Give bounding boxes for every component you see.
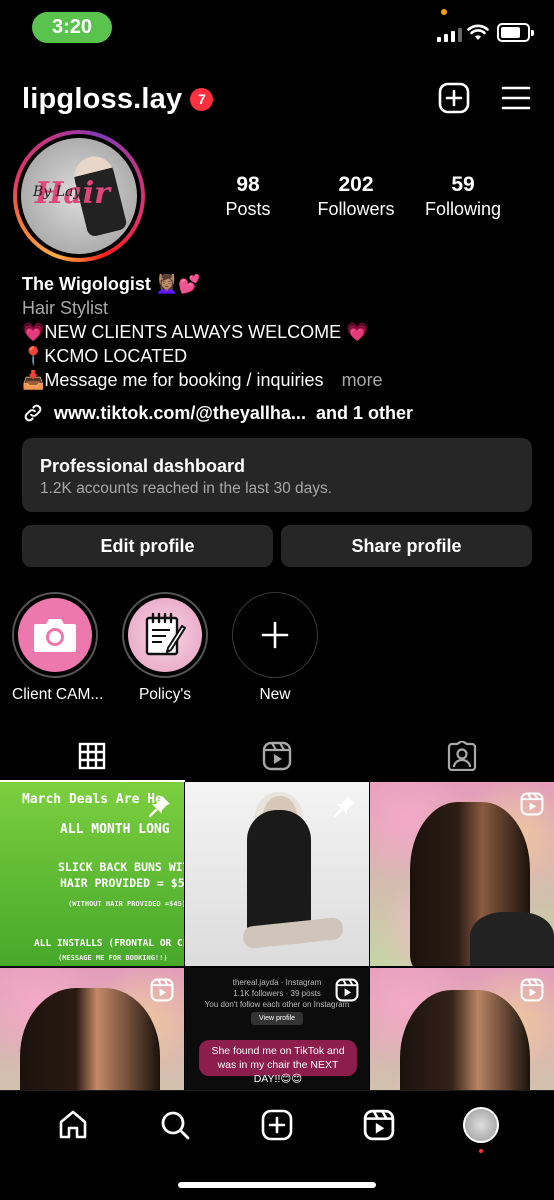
nav-home[interactable] bbox=[53, 1105, 93, 1145]
posts-stat[interactable]: 98 Posts bbox=[200, 173, 296, 220]
bio-line-2: 📍KCMO LOCATED bbox=[22, 346, 188, 366]
profile-avatar[interactable]: Hair By Lay bbox=[13, 130, 145, 262]
post-text: March Deals Are He bbox=[22, 792, 163, 807]
bio-line-1: 💗NEW CLIENTS ALWAYS WELCOME 💗 bbox=[22, 322, 369, 342]
search-icon bbox=[161, 1111, 190, 1140]
plus-square-icon bbox=[438, 82, 470, 114]
professional-dashboard-card[interactable]: Professional dashboard 1.2K accounts rea… bbox=[22, 438, 532, 512]
post-text: (MESSAGE ME FOR BOOKING!!) bbox=[58, 954, 168, 962]
battery-icon bbox=[497, 23, 534, 42]
avatar-image: Hair By Lay bbox=[21, 138, 137, 254]
wifi-icon bbox=[467, 24, 489, 40]
link-icon bbox=[24, 404, 42, 422]
post-text: (WITHOUT HAIR PROVIDED =$45) bbox=[68, 900, 184, 908]
highlight-label: New bbox=[259, 686, 291, 703]
highlight-cover bbox=[128, 598, 202, 672]
notepad-pencil-icon bbox=[145, 612, 186, 656]
home-icon bbox=[59, 1110, 87, 1139]
followers-label: Followers bbox=[317, 199, 395, 219]
post-text: SLICK BACK BUNS WIT bbox=[58, 860, 184, 874]
tab-posts-grid[interactable] bbox=[0, 730, 185, 782]
nav-reels[interactable] bbox=[359, 1105, 399, 1145]
reels-icon bbox=[520, 978, 544, 1002]
post-text: HAIR PROVIDED = $55 bbox=[60, 876, 184, 890]
post-thumbnail[interactable]: March Deals Are He ALL MONTH LONG SLICK … bbox=[0, 782, 184, 966]
nav-profile[interactable] bbox=[461, 1105, 501, 1153]
following-stat[interactable]: 59 Following bbox=[418, 173, 508, 220]
post-thumbnail[interactable] bbox=[370, 782, 554, 966]
tagged-person-icon bbox=[447, 741, 476, 771]
posts-label: Posts bbox=[225, 199, 271, 219]
reels-icon bbox=[520, 792, 544, 816]
username-switcher[interactable]: lipgloss.lay bbox=[22, 83, 182, 116]
tab-tagged[interactable] bbox=[369, 730, 554, 782]
reels-icon bbox=[262, 741, 292, 771]
profile-header: lipgloss.lay 7 bbox=[22, 78, 532, 120]
highlight-policys[interactable]: Policy's bbox=[122, 592, 208, 704]
cellular-signal-icon bbox=[437, 26, 462, 42]
following-label: Following bbox=[424, 199, 502, 219]
followers-stat[interactable]: 202 Followers bbox=[308, 173, 404, 220]
create-button[interactable] bbox=[438, 82, 470, 114]
profile-bio: The Wigologist 💆🏽‍♀️💕 Hair Stylist 💗NEW … bbox=[22, 272, 532, 392]
nav-search[interactable] bbox=[155, 1105, 195, 1145]
bio-more-link[interactable]: more bbox=[342, 370, 383, 390]
status-time[interactable]: 3:20 bbox=[32, 12, 112, 43]
status-bar: 3:20 bbox=[0, 0, 554, 58]
followers-count: 202 bbox=[338, 173, 374, 196]
post-text: ALL MONTH LONG bbox=[60, 822, 170, 837]
pinned-icon bbox=[333, 796, 355, 818]
reels-icon bbox=[335, 978, 359, 1002]
share-profile-button[interactable]: Share profile bbox=[281, 525, 532, 567]
new-highlight-circle bbox=[232, 592, 318, 678]
mic-indicator-icon bbox=[441, 9, 447, 15]
grid-icon bbox=[79, 742, 106, 770]
bio-links[interactable]: www.tiktok.com/@theyallha... and 1 other bbox=[22, 402, 413, 424]
reels-icon bbox=[150, 978, 174, 1002]
bio-line-3: 📥Message me for booking / inquiries bbox=[22, 370, 324, 390]
plus-icon bbox=[261, 621, 289, 649]
home-indicator[interactable] bbox=[178, 1182, 376, 1188]
camera-icon bbox=[34, 619, 76, 652]
tab-reels[interactable] bbox=[185, 730, 370, 782]
display-name: The Wigologist 💆🏽‍♀️💕 bbox=[22, 274, 201, 294]
post-text: She found me on TikTok and was in my cha… bbox=[199, 1040, 357, 1085]
bio-link-extra[interactable]: and 1 other bbox=[316, 403, 413, 424]
profile-action-buttons: Edit profile Share profile bbox=[22, 525, 532, 567]
story-highlights: Client CAM... Policy's New bbox=[12, 592, 318, 704]
plus-square-icon bbox=[261, 1109, 293, 1141]
notification-badge[interactable]: 7 bbox=[190, 87, 214, 111]
profile-content-tabs bbox=[0, 730, 554, 782]
hamburger-menu-icon bbox=[501, 86, 531, 110]
following-count: 59 bbox=[451, 173, 475, 196]
post-text: View profile bbox=[251, 1012, 303, 1025]
highlight-new-button[interactable]: New bbox=[232, 592, 318, 704]
highlight-label: Client CAM... bbox=[12, 686, 104, 703]
highlight-cover bbox=[18, 598, 92, 672]
avatar-by-text: By Lay bbox=[33, 184, 82, 200]
reels-icon bbox=[363, 1109, 395, 1141]
profile-avatar-thumbnail bbox=[463, 1107, 499, 1143]
bio-category: Hair Stylist bbox=[22, 298, 109, 318]
posts-count: 98 bbox=[236, 173, 260, 196]
highlight-client-cam[interactable]: Client CAM... bbox=[12, 592, 104, 704]
dashboard-title: Professional dashboard bbox=[40, 456, 246, 476]
post-thumbnail[interactable] bbox=[185, 782, 369, 966]
edit-profile-button[interactable]: Edit profile bbox=[22, 525, 273, 567]
activity-dot bbox=[479, 1149, 483, 1153]
pinned-icon bbox=[148, 796, 170, 818]
bio-link-url[interactable]: www.tiktok.com/@theyallha... bbox=[54, 403, 306, 424]
dashboard-subtitle: 1.2K accounts reached in the last 30 day… bbox=[40, 480, 333, 497]
highlight-label: Policy's bbox=[138, 686, 192, 703]
menu-button[interactable] bbox=[500, 82, 532, 114]
post-text: ALL INSTALLS (FRONTAL OR CLOSU bbox=[34, 938, 184, 949]
nav-create[interactable] bbox=[257, 1105, 297, 1145]
